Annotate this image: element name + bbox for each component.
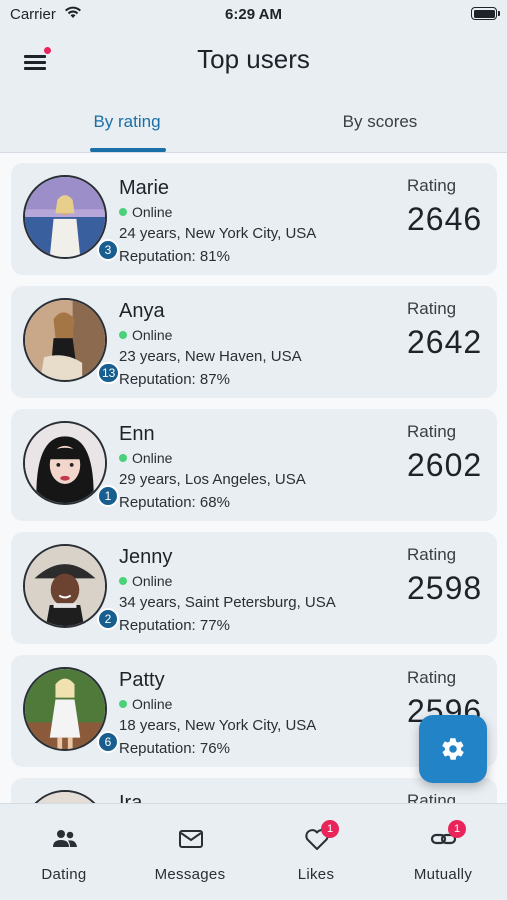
rating-label: Rating bbox=[407, 299, 457, 318]
mail-icon bbox=[179, 830, 203, 848]
user-name: Anya bbox=[119, 300, 165, 322]
nav-label: Mutually bbox=[413, 866, 473, 883]
bottom-navigation: Dating Messages 1 Likes 1 Mutually bbox=[0, 803, 507, 900]
people-icon bbox=[53, 830, 77, 847]
user-list[interactable]: 3 Marie Online 24 years, New York City, … bbox=[0, 153, 507, 803]
online-indicator bbox=[119, 577, 127, 585]
online-indicator bbox=[119, 331, 127, 339]
nav-label: Likes bbox=[297, 866, 335, 883]
nav-label: Messages bbox=[154, 866, 226, 883]
user-name: Enn bbox=[119, 423, 155, 445]
rating-value: 2646 bbox=[407, 201, 483, 237]
online-status: Online bbox=[132, 696, 173, 712]
user-card[interactable]: Ira Rating bbox=[11, 778, 497, 803]
user-name: Patty bbox=[119, 669, 165, 691]
rank-badge: 6 bbox=[97, 731, 119, 753]
page-title: Top users bbox=[197, 44, 310, 74]
header: Top users By rating By scores bbox=[0, 28, 507, 153]
rating-label: Rating bbox=[407, 422, 457, 441]
rating-value: 2642 bbox=[407, 324, 483, 360]
nav-likes[interactable]: 1 Likes bbox=[253, 804, 379, 900]
user-name: Marie bbox=[119, 177, 170, 199]
avatar[interactable] bbox=[23, 544, 107, 628]
rating-label: Rating bbox=[407, 176, 457, 195]
avatar[interactable] bbox=[23, 790, 107, 803]
user-details: 24 years, New York City, USA bbox=[119, 225, 317, 242]
online-status: Online bbox=[132, 573, 173, 589]
user-card[interactable]: 2 Jenny Online 34 years, Saint Petersbur… bbox=[11, 532, 497, 644]
mutually-badge: 1 bbox=[448, 820, 466, 838]
rating-value: 2598 bbox=[407, 570, 483, 606]
avatar[interactable] bbox=[23, 667, 107, 751]
rating-label: Rating bbox=[407, 668, 457, 687]
user-details: 34 years, Saint Petersburg, USA bbox=[119, 594, 336, 611]
likes-badge: 1 bbox=[321, 820, 339, 838]
nav-label: Dating bbox=[41, 866, 87, 883]
user-card[interactable]: 13 Anya Online 23 years, New Haven, USA … bbox=[11, 286, 497, 398]
user-name: Ira bbox=[119, 792, 143, 803]
online-status: Online bbox=[132, 204, 173, 220]
nav-dating[interactable]: Dating bbox=[1, 804, 127, 900]
user-name: Jenny bbox=[119, 546, 173, 568]
rating-label: Rating bbox=[407, 791, 457, 803]
online-status: Online bbox=[132, 450, 173, 466]
user-details: 18 years, New York City, USA bbox=[119, 717, 317, 734]
online-indicator bbox=[119, 208, 127, 216]
online-indicator bbox=[119, 700, 127, 708]
avatar[interactable] bbox=[23, 298, 107, 382]
online-indicator bbox=[119, 454, 127, 462]
rank-badge: 3 bbox=[97, 239, 119, 261]
gear-icon bbox=[442, 738, 464, 760]
rating-value: 2602 bbox=[407, 447, 483, 483]
online-status: Online bbox=[132, 327, 173, 343]
user-card[interactable]: 3 Marie Online 24 years, New York City, … bbox=[11, 163, 497, 275]
user-details: 29 years, Los Angeles, USA bbox=[119, 471, 306, 488]
user-reputation: Reputation: 81% bbox=[119, 248, 230, 265]
nav-mutually[interactable]: 1 Mutually bbox=[380, 804, 506, 900]
user-card[interactable]: 1 Enn Online 29 years, Los Angeles, USA … bbox=[11, 409, 497, 521]
clock: 6:29 AM bbox=[225, 6, 282, 23]
battery-icon bbox=[471, 7, 500, 20]
tab-by-scores[interactable]: By scores bbox=[300, 112, 460, 132]
rating-label: Rating bbox=[407, 545, 457, 564]
user-details: 23 years, New Haven, USA bbox=[119, 348, 302, 365]
status-bar: Carrier 6:29 AM bbox=[0, 0, 507, 28]
settings-button[interactable] bbox=[419, 715, 487, 783]
avatar[interactable] bbox=[23, 421, 107, 505]
rank-badge: 2 bbox=[97, 608, 119, 630]
tab-by-rating[interactable]: By rating bbox=[47, 112, 207, 132]
rank-badge: 13 bbox=[97, 362, 121, 384]
user-reputation: Reputation: 87% bbox=[119, 371, 230, 388]
user-reputation: Reputation: 77% bbox=[119, 617, 230, 634]
rank-badge: 1 bbox=[97, 485, 119, 507]
nav-messages[interactable]: Messages bbox=[127, 804, 253, 900]
avatar[interactable] bbox=[23, 175, 107, 259]
user-reputation: Reputation: 76% bbox=[119, 740, 230, 757]
user-reputation: Reputation: 68% bbox=[119, 494, 230, 511]
